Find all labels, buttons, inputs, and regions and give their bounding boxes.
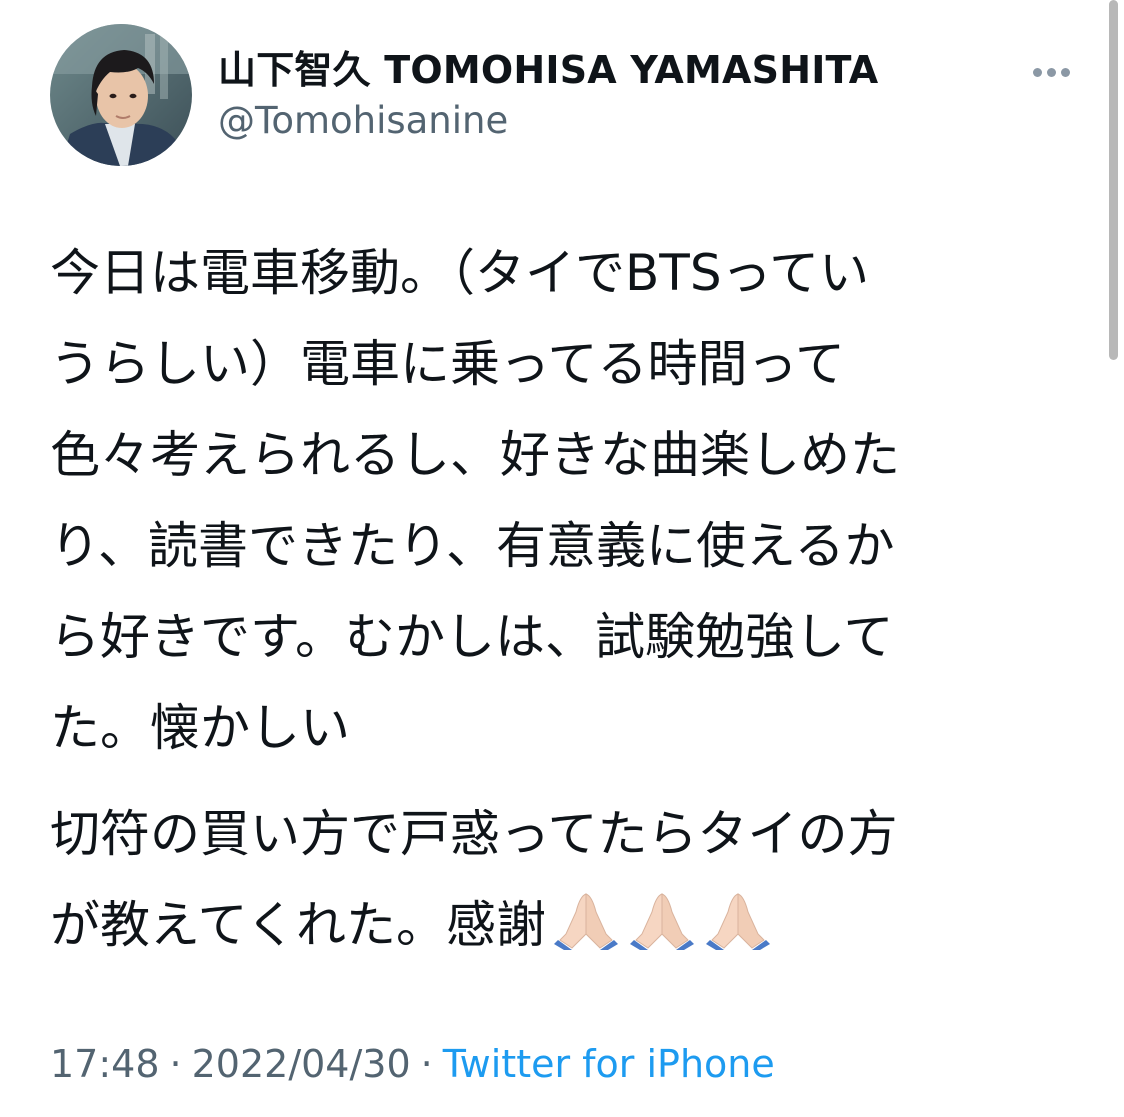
meta-separator: · (169, 1042, 182, 1086)
tweet-text: 今日は電車移動。（タイでBTSってい うらしい）電車に乗ってる時間って 色々考え… (50, 228, 1080, 971)
tweet-paragraph-1: 今日は電車移動。（タイでBTSってい うらしい）電車に乗ってる時間って 色々考え… (50, 228, 1080, 774)
more-dot-icon (1060, 67, 1070, 77)
avatar[interactable] (50, 24, 192, 166)
tweet-line: 今日は電車移動。（タイでBTSってい (50, 244, 870, 302)
folded-hands-icon (554, 893, 618, 950)
tweet-date[interactable]: 2022/04/30 (192, 1042, 411, 1086)
tweet-line: 切符の買い方で戸惑ってたらタイの方 (50, 805, 898, 863)
tweet-source-link[interactable]: Twitter for iPhone (443, 1042, 775, 1086)
tweet-time[interactable]: 17:48 (50, 1042, 160, 1086)
more-dot-icon (1032, 67, 1042, 77)
avatar-image (50, 24, 192, 166)
meta-separator: · (420, 1042, 433, 1086)
tweet-line: が教えてくれた。感謝 (50, 896, 546, 954)
more-dot-icon (1046, 67, 1056, 77)
tweet-line: た。懐かしい (50, 699, 350, 757)
tweet: 山下智久 TOMOHISA YAMASHITA @Tomohisanine 今日… (0, 0, 1124, 1117)
tweet-paragraph-2: 切符の買い方で戸惑ってたらタイの方 が教えてくれた。感謝 (50, 789, 1080, 971)
tweet-line: り、読書できたり、有意義に使えるか (50, 517, 895, 575)
more-options-button[interactable] (1020, 52, 1082, 92)
folded-hands-icon (630, 893, 694, 950)
tweet-line: うらしい）電車に乗ってる時間って (50, 335, 845, 393)
author-display-name[interactable]: 山下智久 TOMOHISA YAMASHITA (218, 46, 878, 94)
scrollbar[interactable] (1109, 0, 1118, 360)
tweet-line: 色々考えられるし、好きな曲楽しめた (50, 426, 900, 484)
tweet-line: ら好きです。むかしは、試験勉強して (50, 608, 894, 666)
tweet-meta: 17:48 · 2022/04/30 · Twitter for iPhone (50, 1040, 775, 1088)
author-handle[interactable]: @Tomohisanine (218, 98, 508, 144)
folded-hands-icon (706, 893, 770, 950)
tweet-line-with-emoji: が教えてくれた。感謝 (50, 880, 1080, 971)
